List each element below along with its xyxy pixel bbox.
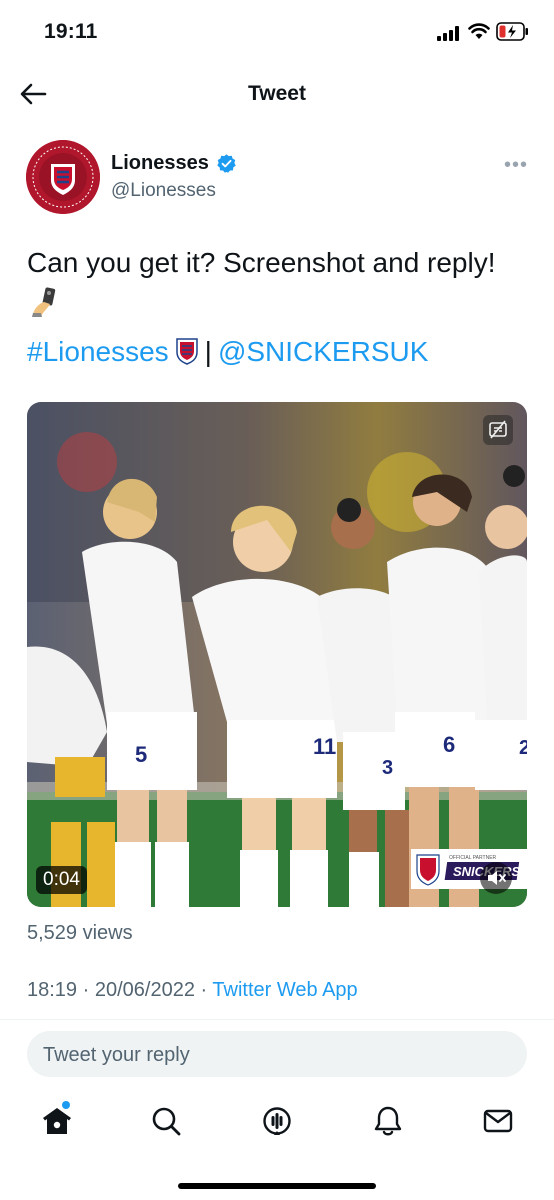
england-crest-logo <box>26 140 100 214</box>
tweet-time: 18:19 <box>27 979 78 1001</box>
cellular-signal-icon <box>437 25 463 41</box>
wifi-icon <box>468 23 490 39</box>
tweet-timestamp: 18:19 · 20/06/2022 · Twitter Web App <box>27 979 358 1001</box>
status-time: 19:11 <box>44 20 98 43</box>
jersey-number: 3 <box>382 757 393 779</box>
notifications-icon[interactable] <box>371 1104 405 1138</box>
tweet-date: 20/06/2022 <box>94 979 195 1001</box>
reply-input[interactable]: Tweet your reply <box>27 1031 527 1077</box>
jersey-number: 2 <box>519 737 527 759</box>
captions-icon[interactable] <box>483 415 513 445</box>
tag-separator: | <box>204 336 212 367</box>
author-handle[interactable]: @Lionesses <box>111 180 216 202</box>
avatar[interactable] <box>26 140 100 214</box>
jersey-number: 6 <box>443 732 455 757</box>
england-crest-emoji-icon <box>175 338 198 365</box>
home-unread-dot <box>62 1101 70 1109</box>
search-icon[interactable] <box>149 1104 183 1138</box>
svg-text:OFFICIAL PARTNER: OFFICIAL PARTNER <box>449 855 497 861</box>
jersey-number: 11 <box>313 734 336 759</box>
reply-placeholder: Tweet your reply <box>43 1044 190 1066</box>
jersey-number: 5 <box>135 742 147 767</box>
tweet-text: Can you get it? Screenshot and reply! <box>27 247 496 278</box>
video-player[interactable]: 5 11 3 6 2 <box>27 402 527 907</box>
spaces-icon[interactable] <box>260 1104 294 1138</box>
selfie-emoji-icon <box>32 287 56 317</box>
source-app-link[interactable]: Twitter Web App <box>212 979 357 1001</box>
hashtag-link[interactable]: #Lionesses <box>27 336 169 367</box>
home-icon[interactable] <box>40 1104 74 1138</box>
page-title: Tweet <box>248 82 306 105</box>
mention-link[interactable]: @SNICKERSUK <box>218 336 428 367</box>
home-indicator[interactable] <box>178 1183 376 1189</box>
divider <box>0 1019 554 1020</box>
tweet-tags: #Lionesses | @SNICKERSUK <box>27 335 428 371</box>
view-count: 5,529 views <box>27 922 133 944</box>
battery-icon <box>496 22 528 41</box>
mute-icon[interactable] <box>480 862 512 894</box>
author-name[interactable]: Lionesses <box>111 152 209 175</box>
verified-badge-icon <box>217 154 236 173</box>
messages-icon[interactable] <box>481 1104 515 1138</box>
more-options-icon[interactable]: ••• <box>504 154 528 177</box>
video-frame: 5 11 3 6 2 <box>27 402 527 907</box>
video-elapsed-time: 0:04 <box>36 866 87 894</box>
